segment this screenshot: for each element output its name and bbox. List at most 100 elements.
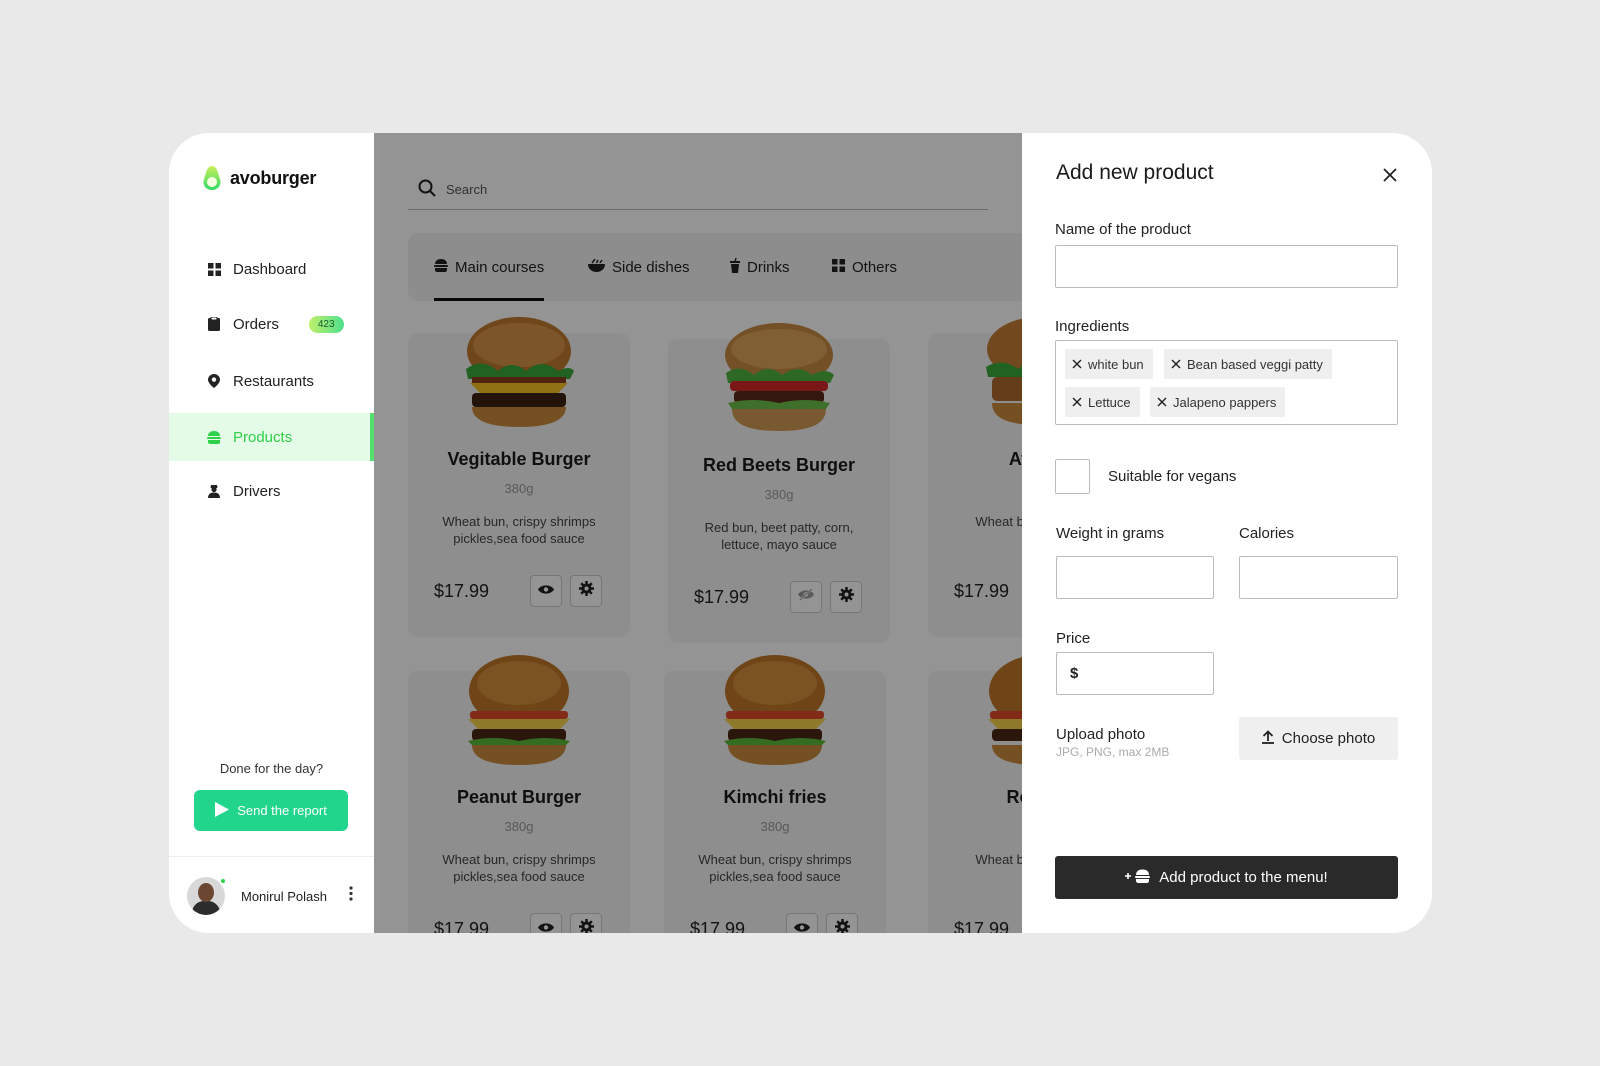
- gear-icon: [834, 919, 850, 933]
- more-options-icon[interactable]: [349, 886, 353, 906]
- burger-photo: [725, 323, 834, 431]
- sidebar-item-dashboard[interactable]: Dashboard: [169, 245, 374, 293]
- tab-others[interactable]: Others: [832, 233, 897, 301]
- product-description: Red bun, beet patty, corn, lettuce, mayo…: [704, 520, 854, 552]
- send-report-button[interactable]: Send the report: [194, 790, 348, 831]
- driver-icon: [207, 484, 221, 498]
- product-weight: 380g: [760, 819, 790, 834]
- product-settings-button[interactable]: [830, 581, 862, 613]
- product-card[interactable]: Kimchi fries 380g Wheat bun, crispy shri…: [664, 655, 886, 933]
- product-price: $17.99: [690, 919, 746, 933]
- add-product-button[interactable]: Add product to the menu!: [1055, 856, 1398, 899]
- visibility-toggle-button[interactable]: [530, 913, 562, 933]
- ingredients-input[interactable]: white bun Bean based veggi patty Lettuce…: [1055, 340, 1398, 425]
- price-input[interactable]: [1056, 652, 1214, 695]
- product-price: $17.99: [694, 587, 750, 607]
- search-bar[interactable]: Search: [408, 170, 988, 210]
- add-burger-icon: [1125, 869, 1151, 887]
- sidebar-item-products[interactable]: Products: [169, 413, 374, 461]
- vegan-checkbox[interactable]: [1055, 459, 1090, 494]
- sidebar-item-label: Products: [233, 428, 293, 446]
- burger-photo: [468, 655, 570, 765]
- sidebar-item-restaurants[interactable]: Restaurants: [169, 357, 374, 405]
- avatar[interactable]: [187, 877, 225, 915]
- location-pin-icon: [207, 374, 221, 388]
- product-description: Wheat bun, crispy shrimps pickles,sea fo…: [442, 514, 596, 546]
- user-name: Monirul Polash: [241, 888, 327, 904]
- ingredient-label: Jalapeno pappers: [1173, 394, 1277, 410]
- search-icon: [418, 179, 436, 200]
- upload-icon: [1261, 729, 1274, 748]
- product-price: $17.99: [434, 581, 490, 601]
- sidebar-item-label: Restaurants: [233, 372, 314, 390]
- cup-icon: [730, 257, 740, 277]
- product-weight: 38: [928, 481, 1022, 496]
- products-main: Search Main courses Side dishes Drinks O…: [374, 133, 1022, 933]
- product-weight: 380g: [504, 481, 534, 496]
- ingredient-chip: Jalapeno pappers: [1150, 387, 1286, 417]
- user-profile[interactable]: Monirul Polash: [187, 877, 353, 915]
- product-settings-button[interactable]: [570, 575, 602, 607]
- product-name: Red Beets Burger: [702, 455, 856, 475]
- remove-chip-icon[interactable]: [1072, 395, 1082, 410]
- panel-title: Add new product: [1056, 161, 1214, 184]
- product-name-label: Name of the product: [1055, 221, 1191, 238]
- product-description: Wheat bun, pickles,se: [975, 514, 1022, 529]
- ingredient-chip: Bean based veggi patty: [1164, 349, 1332, 379]
- visibility-toggle-button[interactable]: [530, 575, 562, 607]
- remove-chip-icon[interactable]: [1171, 357, 1181, 372]
- tab-side-dishes[interactable]: Side dishes: [588, 233, 690, 301]
- ingredients-label: Ingredients: [1055, 318, 1130, 335]
- remove-chip-icon[interactable]: [1157, 395, 1167, 410]
- vegan-label: Suitable for vegans: [1108, 468, 1237, 485]
- burger-photo: [988, 657, 1022, 765]
- calories-input[interactable]: [1239, 556, 1398, 599]
- product-settings-button[interactable]: [826, 913, 858, 933]
- tab-label: Side dishes: [612, 258, 690, 276]
- close-icon: [1383, 167, 1397, 187]
- product-settings-button[interactable]: [570, 913, 602, 933]
- product-name: Royal F: [1006, 787, 1022, 807]
- product-weight: 380g: [504, 819, 534, 834]
- add-product-label: Add product to the menu!: [1159, 869, 1328, 886]
- tab-drinks[interactable]: Drinks: [730, 233, 790, 301]
- send-arrow-icon: [215, 801, 230, 820]
- close-button[interactable]: [1380, 167, 1400, 187]
- brand-name: avoburger: [230, 167, 317, 188]
- sidebar-item-orders[interactable]: Orders 423: [169, 300, 374, 348]
- weight-input[interactable]: [1056, 556, 1214, 599]
- tab-main-courses[interactable]: Main courses: [434, 233, 545, 301]
- calories-label: Calories: [1239, 525, 1295, 542]
- product-card[interactable]: Peanut Burger 380g Wheat bun, crispy shr…: [408, 655, 630, 933]
- sidebar-item-label: Orders: [233, 315, 279, 333]
- online-status-icon: [220, 878, 226, 884]
- product-card[interactable]: Vegitable Burger 380g Wheat bun, crispy …: [408, 317, 630, 637]
- product-name-input[interactable]: [1055, 245, 1398, 288]
- ingredient-chip: white bun: [1065, 349, 1153, 379]
- product-name: Vegitable Burger: [447, 449, 591, 469]
- ingredient-label: white bun: [1088, 356, 1144, 372]
- search-input[interactable]: Search: [446, 182, 487, 197]
- tab-label: Main courses: [455, 258, 545, 276]
- product-card[interactable]: Royal F 38 Wheat bun, pickles,se $17.99: [928, 657, 1022, 933]
- visibility-toggle-button[interactable]: [786, 913, 818, 933]
- gear-icon: [578, 919, 594, 933]
- visibility-toggle-button[interactable]: [790, 581, 822, 613]
- burger-icon: [434, 258, 448, 276]
- sidebar-item-drivers[interactable]: Drivers: [169, 467, 374, 515]
- product-weight: 380g: [764, 487, 794, 502]
- choose-photo-button[interactable]: Choose photo: [1239, 717, 1398, 760]
- product-description: Wheat bun, crispy shrimps pickles,sea fo…: [698, 852, 852, 884]
- sidebar-divider: [169, 856, 374, 857]
- product-card[interactable]: Red Beets Burger 380g Red bun, beet patt…: [668, 323, 890, 643]
- currency-prefix: $: [1070, 665, 1079, 682]
- product-price: $17.99: [954, 581, 1010, 601]
- remove-chip-icon[interactable]: [1072, 357, 1082, 372]
- tab-label: Drinks: [747, 258, 790, 276]
- weight-label: Weight in grams: [1056, 525, 1165, 542]
- brand-logo[interactable]: avoburger: [202, 165, 316, 191]
- done-for-day-text: Done for the day?: [219, 761, 324, 776]
- product-description: Wheat bun, pickles,se: [975, 852, 1022, 867]
- product-card[interactable]: Avocra 38 Wheat bun, pickles,se $17.99: [928, 318, 1022, 637]
- ingredient-chip: Lettuce: [1065, 387, 1140, 417]
